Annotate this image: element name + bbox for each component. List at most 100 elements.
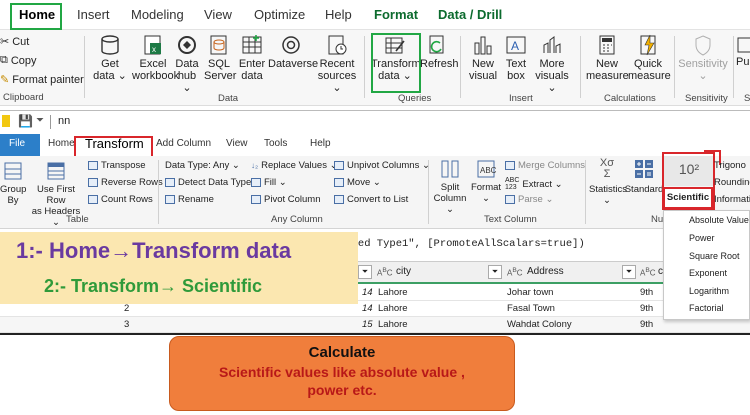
parse-button[interactable]: Parse ⌄ — [505, 194, 553, 205]
tab-pq-help[interactable]: Help — [310, 138, 331, 149]
data-hub-button[interactable]: Data hub ⌄ — [173, 34, 201, 94]
menu-item-exponent[interactable]: Exponent — [689, 268, 727, 278]
tab-add-column[interactable]: Add Column — [156, 138, 211, 149]
headers-icon — [47, 162, 65, 180]
reverse-rows-button[interactable]: Reverse Rows — [88, 177, 163, 188]
data-type-dropdown[interactable]: Data Type: Any ⌄ — [165, 160, 240, 171]
cut-button[interactable]: ✂ Cut — [0, 35, 29, 49]
excel-workbook-button[interactable]: x Excel workbook — [132, 34, 179, 82]
recent-sources-button[interactable]: Recent sources ⌄ — [314, 34, 360, 94]
menu-item-square-root[interactable]: Square Root — [689, 251, 740, 261]
enter-label-2: data — [241, 70, 263, 82]
sensitivity-button[interactable]: Sensitivity ⌄ — [678, 34, 728, 82]
tab-help[interactable]: Help — [325, 7, 352, 22]
trig-label: Trigono — [714, 160, 746, 171]
tab-format[interactable]: Format — [374, 7, 418, 22]
svg-text:A: A — [511, 39, 519, 53]
column-header-city[interactable]: city — [396, 266, 411, 277]
text-box-icon: A — [506, 36, 526, 54]
tab-view[interactable]: View — [204, 7, 232, 22]
copy-button[interactable]: ⧉ Copy — [0, 54, 37, 67]
separator — [84, 36, 85, 98]
cell-city: Lahore — [378, 287, 408, 298]
text-box-button[interactable]: A Text box — [503, 34, 529, 82]
tab-modeling[interactable]: Modeling — [131, 7, 184, 22]
publish-button[interactable]: Pu — [736, 34, 750, 68]
text-box-label-1: Text — [505, 58, 527, 70]
text-type-icon[interactable]: ABC — [640, 267, 656, 278]
cell-value: 15 — [362, 319, 373, 330]
column-dropdown-icon[interactable]: ⏷ — [358, 265, 372, 279]
dataverse-button[interactable]: Dataverse — [268, 34, 318, 70]
scientific-label-highlight[interactable]: Scientific — [663, 187, 713, 209]
parse-icon — [505, 195, 515, 204]
formula-text[interactable]: anged Type1", [PromoteAllScalars=true]) — [339, 238, 669, 250]
more-visuals-label-2: visuals ⌄ — [535, 70, 569, 94]
extract-label: Extract ⌄ — [522, 178, 563, 190]
tab-pq-view[interactable]: View — [226, 138, 248, 149]
tab-tools[interactable]: Tools — [264, 138, 287, 149]
sql-server-button[interactable]: SQL Server — [204, 34, 236, 82]
tab-pq-home[interactable]: Home — [48, 138, 75, 149]
format-painter-button[interactable]: ✎ Format painter — [0, 73, 84, 87]
replace-values-button[interactable]: ↓₂ Replace Values ⌄ — [251, 160, 338, 171]
count-rows-button[interactable]: Count Rows — [88, 194, 153, 205]
format-label-1: Format — [470, 182, 502, 193]
save-icon[interactable]: 💾 — [18, 114, 33, 128]
rounding-button[interactable]: Rounding — [714, 177, 750, 188]
refresh-button[interactable]: Refresh — [420, 34, 459, 70]
transpose-button[interactable]: Transpose — [88, 160, 146, 171]
quick-access-dropdown-icon[interactable]: ⏷ — [36, 115, 44, 126]
publish-icon — [737, 37, 750, 53]
file-name: nn — [58, 115, 71, 127]
table-row[interactable]: 3 15 Lahore Wahdat Colony 9th — [0, 317, 750, 333]
table-grid-icon — [242, 35, 262, 54]
tab-file[interactable]: File — [9, 138, 25, 149]
more-visuals-icon — [543, 36, 561, 53]
tab-insert[interactable]: Insert — [77, 7, 110, 22]
column-header-address[interactable]: Address — [527, 266, 564, 277]
data-hub-label-2: hub ⌄ — [177, 70, 197, 94]
fill-button[interactable]: Fill ⌄ — [251, 177, 287, 188]
tab-optimize[interactable]: Optimize — [254, 7, 305, 22]
callout-line-2: power etc. — [307, 382, 377, 398]
menu-item-power[interactable]: Power — [689, 233, 715, 243]
instruction-panel: 1:- Home→Transform data 2:- Transform→ S… — [0, 232, 358, 304]
replace-label: Replace Values ⌄ — [261, 160, 338, 171]
tab-data-drill[interactable]: Data / Drill — [438, 7, 502, 22]
cell-value: 14 — [362, 287, 373, 298]
enter-data-button[interactable]: Enter data — [238, 34, 266, 82]
column-dropdown-icon[interactable]: ⏷ — [488, 265, 502, 279]
get-data-button[interactable]: Get data ⌄ — [90, 34, 130, 82]
group-by-button[interactable]: Group By — [0, 160, 26, 206]
column-dropdown-icon[interactable]: ⏷ — [622, 265, 636, 279]
convert-to-list-button[interactable]: Convert to List — [334, 194, 408, 205]
menu-item-absolute-value[interactable]: Absolute Value — [689, 215, 749, 225]
statistics-button[interactable]: Xσ Σ Statistics ⌄ — [589, 158, 627, 207]
move-button[interactable]: Move ⌄ — [334, 177, 381, 188]
group-label-calculations: Calculations — [604, 93, 656, 104]
split-column-button[interactable]: Split Column ⌄ — [432, 158, 468, 215]
detect-data-type-button[interactable]: Detect Data Type — [165, 177, 251, 188]
trigonometry-button[interactable]: Trigono — [714, 160, 746, 171]
rename-button[interactable]: Rename — [165, 194, 214, 205]
menu-item-logarithm[interactable]: Logarithm — [689, 286, 729, 296]
text-type-icon[interactable]: ABC — [377, 267, 393, 278]
standard-button[interactable]: Standard — [624, 158, 664, 195]
cell-class: 9th — [640, 319, 654, 330]
format-button[interactable]: ABC Format ⌄ — [470, 158, 502, 204]
new-visual-button[interactable]: New visual — [466, 34, 500, 82]
group-label-clipboard: Clipboard — [3, 92, 44, 103]
menu-item-factorial[interactable]: Factorial — [689, 303, 724, 313]
quick-measure-button[interactable]: Quick measure — [628, 34, 671, 82]
pivot-column-button[interactable]: Pivot Column — [251, 194, 321, 205]
extract-button[interactable]: ABC 123 Extract ⌄ — [505, 177, 563, 191]
quick-measure-label-2: measure — [628, 70, 671, 82]
information-button[interactable]: Informati — [714, 194, 750, 205]
more-visuals-button[interactable]: More visuals ⌄ — [532, 34, 572, 94]
unpivot-button[interactable]: Unpivot Columns ⌄ — [334, 160, 430, 171]
new-measure-button[interactable]: New measure — [586, 34, 629, 82]
move-label: Move ⌄ — [347, 177, 381, 188]
merge-columns-button[interactable]: Merge Columns — [505, 160, 585, 171]
text-type-icon[interactable]: ABC — [507, 267, 523, 278]
